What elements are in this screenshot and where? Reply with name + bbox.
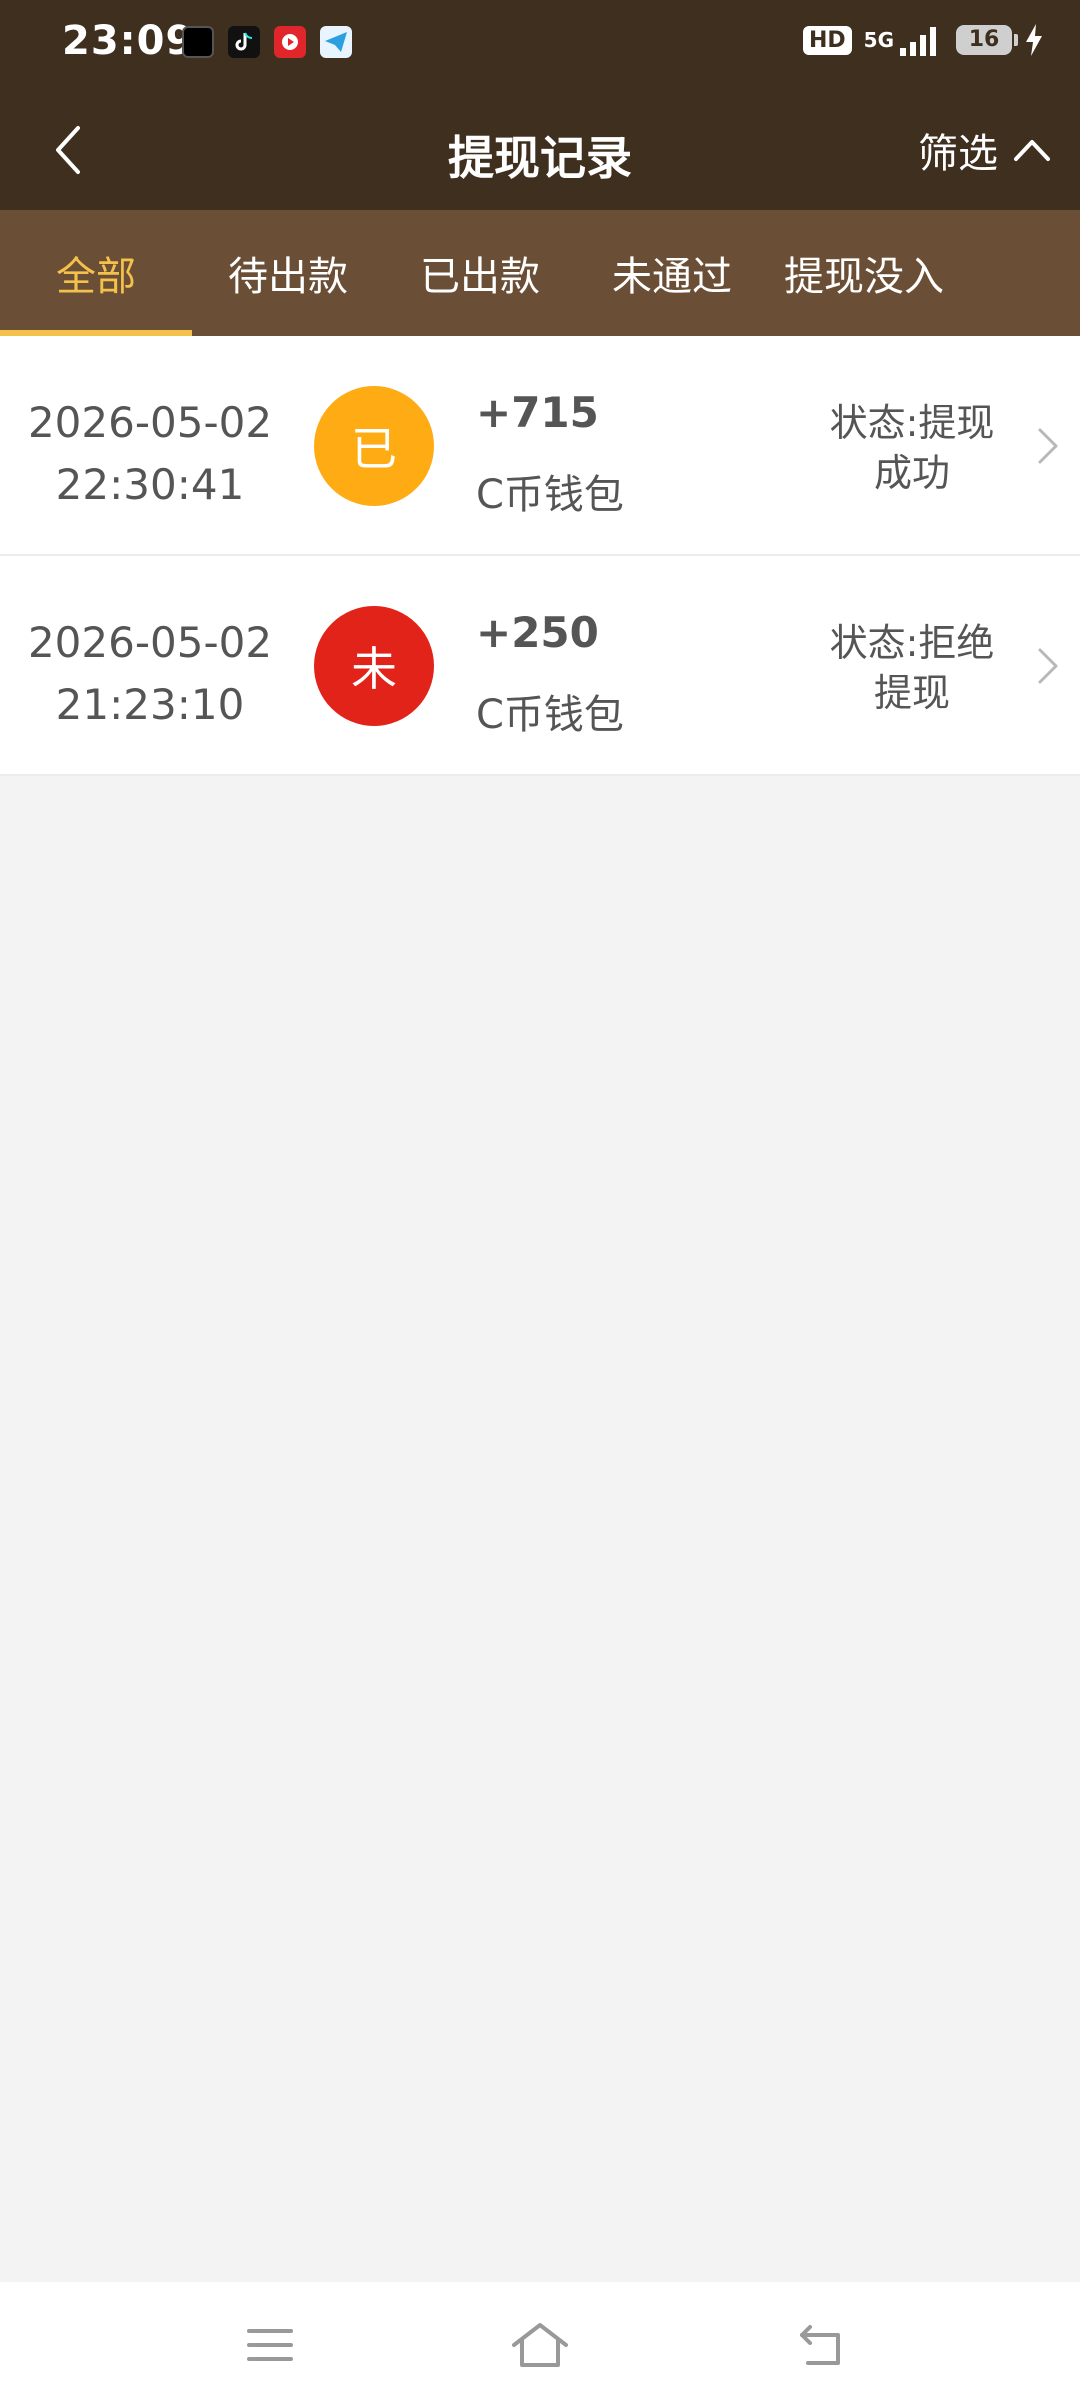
hd-icon: HD <box>802 25 852 55</box>
menu-icon <box>247 2329 293 2361</box>
hot-app-icon <box>182 26 214 58</box>
status-bar: 23:09 HD 5G 16 <box>0 0 1080 90</box>
menu-button[interactable] <box>238 2313 302 2377</box>
system-nav-bar <box>0 2282 1080 2408</box>
home-icon <box>512 2323 568 2367</box>
record-status-line1: 状态:提现 <box>829 401 995 445</box>
withdrawal-record-list: 2026-05-02 22:30:41 已 +715 C币钱包 状态:提现 成功… <box>0 336 1080 776</box>
record-status-line1: 状态:拒绝 <box>829 621 995 665</box>
record-status-line2: 成功 <box>873 451 950 495</box>
charging-bolt-icon <box>1026 24 1042 56</box>
status-tabs: 全部 待出款 已出款 未通过 提现没入 <box>0 210 1080 336</box>
record-wallet: C币钱包 <box>476 472 624 518</box>
app-header: 提现记录 筛选 <box>0 90 1080 210</box>
record-amount: +715 <box>476 388 599 437</box>
network-type-label: 5G <box>863 28 894 52</box>
home-button[interactable] <box>508 2313 572 2377</box>
tiktok-icon <box>228 26 260 58</box>
list-item[interactable]: 2026-05-02 21:23:10 未 +250 C币钱包 状态:拒绝 提现 <box>0 556 1080 776</box>
record-status-line2: 提现 <box>873 671 950 715</box>
chevron-up-icon <box>1014 140 1050 161</box>
record-wallet: C币钱包 <box>476 692 624 738</box>
filter-label: 筛选 <box>918 131 998 177</box>
record-datetime: 2026-05-02 22:30:41 <box>20 392 280 516</box>
list-item[interactable]: 2026-05-02 22:30:41 已 +715 C币钱包 状态:提现 成功 <box>0 336 1080 556</box>
record-date: 2026-05-02 <box>27 398 273 447</box>
tab-pending-payout[interactable]: 待出款 <box>192 210 384 336</box>
record-amount: +250 <box>476 608 599 657</box>
status-app-icons <box>182 26 352 58</box>
tab-withdraw-confiscated[interactable]: 提现没入 <box>768 210 960 336</box>
tab-all[interactable]: 全部 <box>0 210 192 336</box>
record-datetime: 2026-05-02 21:23:10 <box>20 612 280 736</box>
record-status: 状态:拒绝 提现 <box>812 618 1012 718</box>
record-time: 22:30:41 <box>55 460 245 509</box>
record-status: 状态:提现 成功 <box>812 398 1012 498</box>
chevron-right-icon <box>1038 428 1058 464</box>
status-time: 23:09 <box>62 18 195 64</box>
battery-icon: 16 <box>956 25 1018 55</box>
telegram-like-icon <box>320 26 352 58</box>
record-date: 2026-05-02 <box>27 618 273 667</box>
tab-rejected[interactable]: 未通过 <box>576 210 768 336</box>
status-indicators: HD 5G 16 <box>802 22 1044 58</box>
chevron-right-icon <box>1038 648 1058 684</box>
tab-paid-out[interactable]: 已出款 <box>384 210 576 336</box>
record-time: 21:23:10 <box>55 680 245 729</box>
back-nav-button[interactable] <box>792 2313 856 2377</box>
signal-icon <box>900 27 936 56</box>
status-badge: 已 <box>314 386 434 506</box>
video-app-icon <box>274 26 306 58</box>
return-icon <box>800 2325 840 2365</box>
status-badge: 未 <box>314 606 434 726</box>
filter-button[interactable]: 筛选 <box>918 118 1052 182</box>
